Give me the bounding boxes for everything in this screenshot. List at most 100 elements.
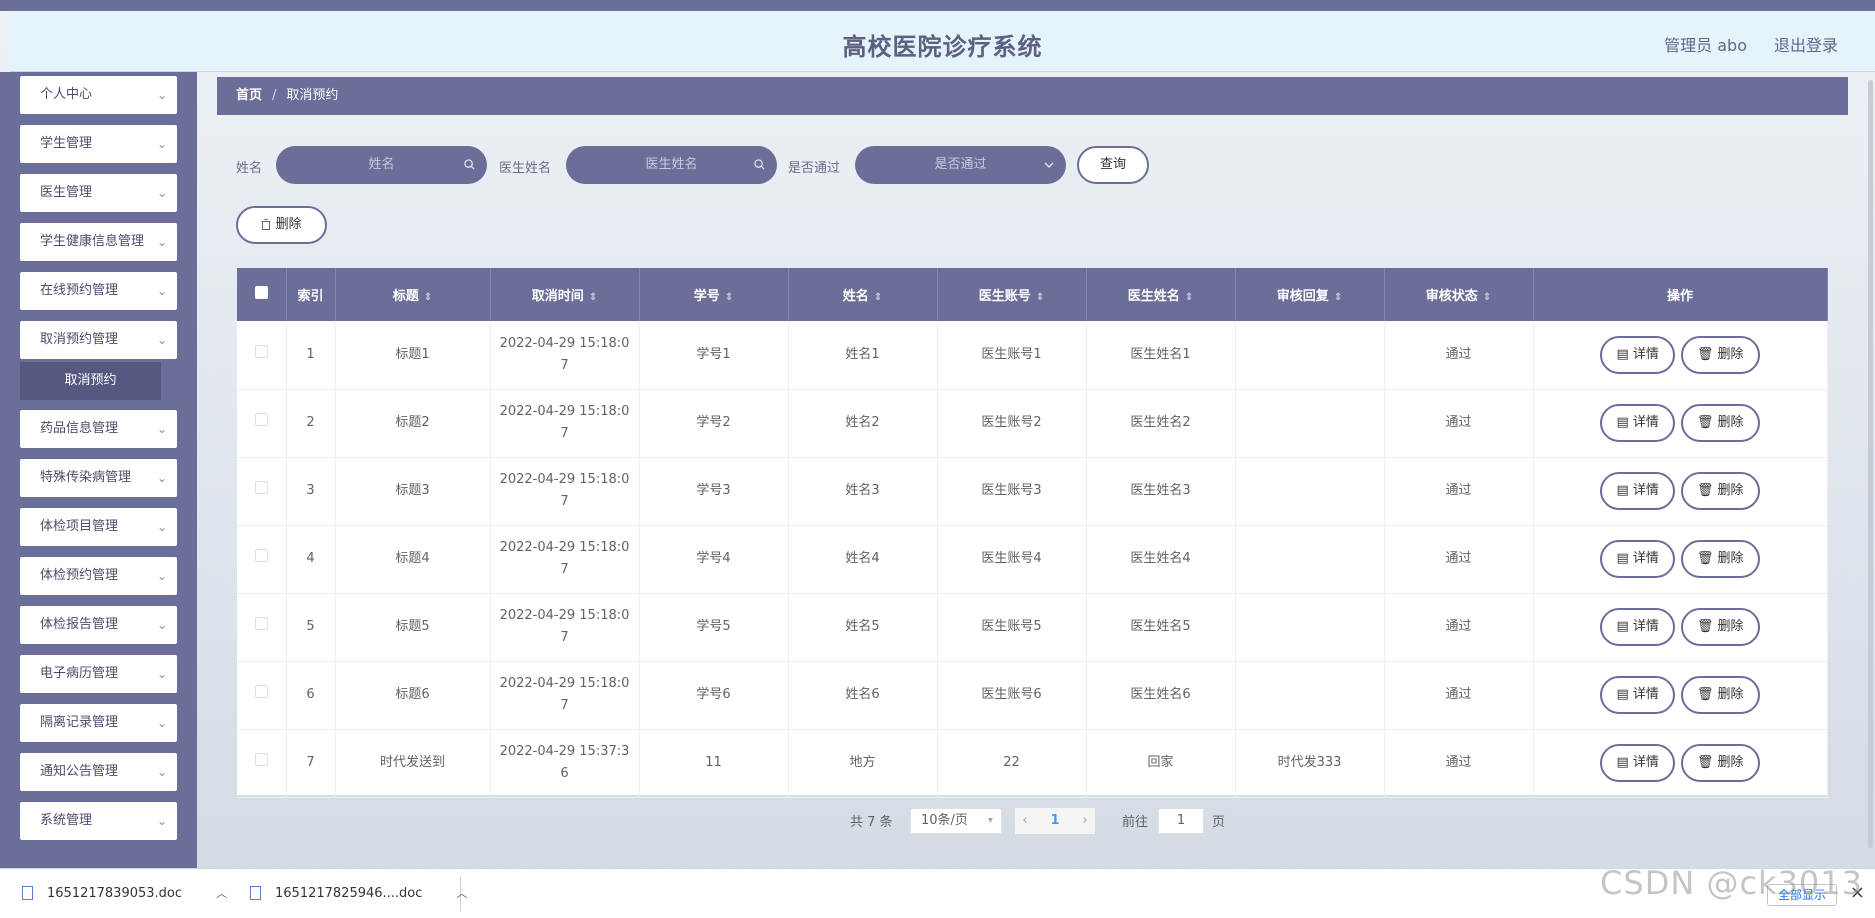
sort-icon[interactable]: ⇕ xyxy=(1483,292,1491,303)
document-icon xyxy=(250,885,261,900)
row-delete-button[interactable]: 🗑 删除 xyxy=(1680,404,1760,442)
document-icon: ▤ xyxy=(1616,551,1629,566)
column-header-label: 审核回复 xyxy=(1276,289,1329,304)
sidebar-item-system[interactable]: 系统管理 ⌄ xyxy=(20,802,177,840)
chevron-down-icon: ⌄ xyxy=(156,88,167,102)
cell-index: 3 xyxy=(286,457,336,526)
column-header-doctor-name[interactable]: 医生姓名 ⇕ xyxy=(1086,268,1236,321)
page-size-select[interactable]: 10条/页 ▾ xyxy=(910,808,1002,834)
top-strip xyxy=(0,0,1875,11)
sidebar-item-notices[interactable]: 通知公告管理 ⌄ xyxy=(20,753,177,791)
sidebar-item-label: 系统管理 xyxy=(40,813,93,828)
sidebar-item-doctors[interactable]: 医生管理 ⌄ xyxy=(20,174,177,212)
detail-button[interactable]: ▤ 详情 xyxy=(1600,608,1675,646)
row-checkbox[interactable] xyxy=(254,753,268,766)
goto-page-input[interactable]: 1 xyxy=(1158,808,1204,834)
row-delete-button-label: 删除 xyxy=(1717,755,1744,770)
row-select-cell xyxy=(237,321,287,390)
row-checkbox[interactable] xyxy=(254,344,268,358)
sidebar-item-cancel-booking[interactable]: 取消预约管理 ⌄ xyxy=(20,321,177,359)
sort-icon[interactable]: ⇕ xyxy=(874,292,882,303)
sidebar-item-infectious-disease[interactable]: 特殊传染病管理 ⌄ xyxy=(20,459,177,497)
chevron-down-icon: ⌄ xyxy=(156,471,167,485)
sidebar-item-students[interactable]: 学生管理 ⌄ xyxy=(20,125,177,163)
breadcrumb-home[interactable]: 首页 xyxy=(236,88,262,103)
doctor-name-search-input[interactable]: 医生姓名 xyxy=(566,146,777,184)
row-checkbox[interactable] xyxy=(254,481,268,494)
sort-icon[interactable]: ⇕ xyxy=(1036,292,1044,303)
row-delete-button[interactable]: 🗑 删除 xyxy=(1680,676,1760,714)
sidebar-item-label: 体检预约管理 xyxy=(40,568,119,583)
sidebar-item-student-health[interactable]: 学生健康信息管理 ⌄ xyxy=(20,223,177,261)
sort-icon[interactable]: ⇕ xyxy=(1185,292,1193,303)
sidebar-item-personal-center[interactable]: 个人中心 ⌄ xyxy=(20,76,177,114)
column-header-cancel-time[interactable]: 取消时间 ⇕ xyxy=(490,268,640,321)
page-number-current[interactable]: 1 xyxy=(1035,808,1075,834)
cell-name: 姓名3 xyxy=(788,457,938,526)
sidebar-item-medicine[interactable]: 药品信息管理 ⌄ xyxy=(20,410,177,448)
cell-cancel-time-line2: 7 xyxy=(560,630,569,645)
chevron-down-icon: ⌄ xyxy=(156,284,167,298)
sidebar-item-isolation[interactable]: 隔离记录管理 ⌄ xyxy=(20,704,177,742)
detail-button[interactable]: ▤ 详情 xyxy=(1600,472,1675,510)
row-checkbox[interactable] xyxy=(254,617,268,630)
pass-status-select[interactable]: 是否通过 xyxy=(855,146,1066,184)
column-header-review-reply[interactable]: 审核回复 ⇕ xyxy=(1235,268,1385,321)
column-header-label: 姓名 xyxy=(842,289,869,304)
column-header-review-status[interactable]: 审核状态 ⇕ xyxy=(1384,268,1534,321)
sidebar-item-medical-records[interactable]: 电子病历管理 ⌄ xyxy=(20,655,177,693)
detail-button[interactable]: ▤ 详情 xyxy=(1600,404,1675,442)
detail-button[interactable]: ▤ 详情 xyxy=(1600,676,1675,714)
column-header-student-no[interactable]: 学号 ⇕ xyxy=(639,268,789,321)
breadcrumb-separator: / xyxy=(272,88,277,103)
chevron-up-icon[interactable]: ︿ xyxy=(216,887,227,900)
row-delete-button-label: 删除 xyxy=(1717,687,1744,702)
sidebar-subitem-cancel-booking[interactable]: 取消预约 xyxy=(20,362,161,400)
detail-button[interactable]: ▤ 详情 xyxy=(1600,744,1675,782)
sidebar-item-checkup-items[interactable]: 体检项目管理 ⌄ xyxy=(20,508,177,546)
row-delete-button[interactable]: 🗑 删除 xyxy=(1680,540,1760,578)
download-item-2[interactable]: 1651217825946....doc ︿ xyxy=(250,869,467,918)
row-checkbox[interactable] xyxy=(254,549,268,562)
row-checkbox[interactable] xyxy=(254,413,268,426)
column-header-label: 学号 xyxy=(693,289,720,304)
sidebar-item-label: 学生健康信息管理 xyxy=(40,234,145,249)
sidebar-item-checkup-report[interactable]: 体检报告管理 ⌄ xyxy=(20,606,177,644)
cell-review-reply xyxy=(1235,593,1385,662)
vertical-scrollbar[interactable] xyxy=(1868,80,1873,848)
name-search-input[interactable]: 姓名 xyxy=(276,146,487,184)
table-header: 索引 标题 ⇕ 取消时间 ⇕ 学号 ⇕ 姓名 ⇕ 医生账号 ⇕ 医生姓名 ⇕ 审核回复 ⇕ 审… xyxy=(237,268,1828,321)
sort-icon[interactable]: ⇕ xyxy=(589,292,597,303)
download-item-1[interactable]: 1651217839053.doc ︿ xyxy=(22,869,227,918)
sort-icon[interactable]: ⇕ xyxy=(725,292,733,303)
bulk-delete-button[interactable]: 删除 xyxy=(236,206,327,244)
cell-cancel-time-line1: 2022-04-29 15:18:0 xyxy=(499,676,630,691)
cell-review-reply xyxy=(1235,661,1385,730)
cell-review-status: 通过 xyxy=(1384,593,1534,662)
pass-status-placeholder: 是否通过 xyxy=(934,157,987,172)
detail-button[interactable]: ▤ 详情 xyxy=(1600,540,1675,578)
chevron-up-icon[interactable]: ︿ xyxy=(456,887,467,900)
row-delete-button[interactable]: 🗑 删除 xyxy=(1680,335,1760,374)
row-delete-button[interactable]: 🗑 删除 xyxy=(1680,608,1760,646)
trash-icon: 🗑 xyxy=(1696,687,1714,702)
column-header-doctor-account[interactable]: 医生账号 ⇕ xyxy=(937,268,1087,321)
column-header-name[interactable]: 姓名 ⇕ xyxy=(788,268,938,321)
select-all-cell xyxy=(237,268,287,321)
prev-page-button[interactable]: ‹ xyxy=(1015,808,1035,834)
sort-icon[interactable]: ⇕ xyxy=(1334,292,1342,303)
sidebar-item-online-booking[interactable]: 在线预约管理 ⌄ xyxy=(20,272,177,310)
sort-icon[interactable]: ⇕ xyxy=(424,292,432,303)
logout-link[interactable]: 退出登录 xyxy=(1774,32,1838,56)
column-header-title[interactable]: 标题 ⇕ xyxy=(335,268,491,321)
query-button[interactable]: 查询 xyxy=(1077,146,1149,184)
select-all-checkbox[interactable] xyxy=(254,286,268,299)
row-delete-button[interactable]: 🗑 删除 xyxy=(1680,744,1760,782)
sidebar-item-checkup-booking[interactable]: 体检预约管理 ⌄ xyxy=(20,557,177,595)
next-page-button[interactable]: › xyxy=(1075,808,1095,834)
row-checkbox[interactable] xyxy=(254,685,268,698)
cell-review-reply xyxy=(1235,321,1385,390)
table-row: 7 时代发送到 2022-04-29 15:37:3 6 11 地方 22 回家 时代发333 通… xyxy=(237,729,1828,798)
detail-button[interactable]: ▤ 详情 xyxy=(1600,335,1675,374)
row-delete-button[interactable]: 🗑 删除 xyxy=(1680,472,1760,510)
